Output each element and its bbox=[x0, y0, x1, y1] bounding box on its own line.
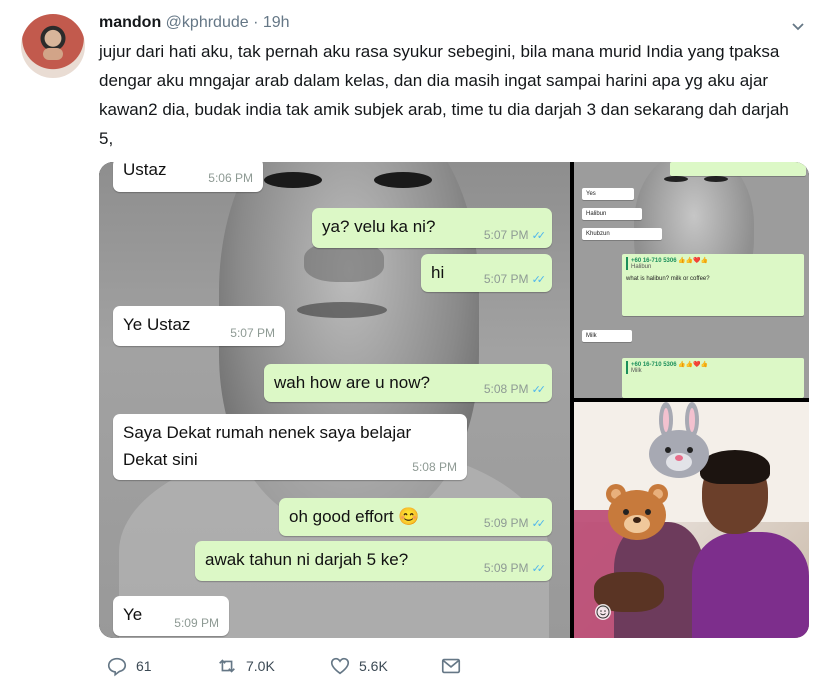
tweet-time[interactable]: 19h bbox=[263, 14, 290, 31]
chat-bubble-in: Ustaz 5:06 PM bbox=[113, 162, 263, 192]
small-bubble-in: Yes bbox=[582, 188, 634, 200]
read-receipt-icon: ✓✓ bbox=[531, 383, 547, 396]
read-receipt-icon: ✓✓ bbox=[531, 562, 547, 575]
chat-bubble-out: ya? velu ka ni? 5:07 PM ✓✓ bbox=[312, 208, 552, 248]
heart-icon bbox=[330, 657, 350, 675]
small-bubble-in: Khubzun bbox=[582, 228, 662, 240]
tweet-text: jujur dari hati aku, tak pernah aku rasa… bbox=[99, 42, 789, 148]
chat-screenshot-main[interactable]: Ustaz 5:06 PM ya? velu ka ni? 5:07 PM ✓✓ … bbox=[99, 162, 570, 638]
direct-message-button[interactable] bbox=[440, 655, 462, 677]
read-receipt-icon: ✓✓ bbox=[531, 273, 547, 286]
bunny-sticker-icon bbox=[649, 402, 709, 478]
read-receipt-icon: ✓✓ bbox=[531, 229, 547, 242]
bear-sticker-icon bbox=[606, 484, 668, 540]
chat-bubble-out: wah how are u now? 5:08 PM ✓✓ bbox=[264, 364, 552, 402]
chat-screenshot-small[interactable]: Yes Halibun Khubzun +60 16-710 5306 👍👍❤️… bbox=[574, 162, 809, 398]
read-receipt-icon: ✓✓ bbox=[531, 517, 547, 530]
header-separator: · bbox=[253, 14, 259, 31]
reply-button[interactable]: 61 bbox=[106, 655, 152, 677]
envelope-icon bbox=[441, 658, 461, 674]
chat-bubble-out: awak tahun ni darjah 5 ke? 5:09 PM ✓✓ bbox=[195, 541, 552, 581]
small-bubble-out: +60 16-710 5306 👍👍❤️👍 Milk bbox=[622, 358, 804, 398]
reply-icon bbox=[107, 657, 127, 677]
chat-bubble-out: hi 5:07 PM ✓✓ bbox=[421, 254, 552, 292]
small-bubble-in: Halibun bbox=[582, 208, 642, 220]
retweet-button[interactable]: 7.0K bbox=[216, 655, 275, 677]
like-count: 5.6K bbox=[359, 658, 388, 674]
author-avatar[interactable] bbox=[21, 14, 85, 78]
chat-bubble-in: Ye 5:09 PM bbox=[113, 596, 229, 636]
retweet-count: 7.0K bbox=[246, 658, 275, 674]
chat-bubble-in: Saya Dekat rumah nenek saya belajar Deka… bbox=[113, 414, 467, 480]
author-name[interactable]: mandon bbox=[99, 14, 161, 31]
small-bubble-out: +60 16-710 5306 👍👍❤️👍 Halibun what is ha… bbox=[622, 254, 804, 316]
photo-students[interactable] bbox=[574, 402, 809, 638]
tweet-header: mandon @kphrdude · 19h bbox=[99, 14, 290, 32]
chat-bubble-out: oh good effort 😊 5:09 PM ✓✓ bbox=[279, 498, 552, 536]
small-bubble-in: Milk bbox=[582, 330, 632, 342]
chat-bubble-in: Ye Ustaz 5:07 PM bbox=[113, 306, 285, 346]
reply-count: 61 bbox=[136, 658, 152, 674]
retweet-icon bbox=[219, 659, 235, 673]
tweet-media[interactable]: Ustaz 5:06 PM ya? velu ka ni? 5:07 PM ✓✓ … bbox=[99, 162, 809, 638]
emoji-icon[interactable] bbox=[595, 604, 611, 620]
author-handle[interactable]: @kphrdude bbox=[166, 14, 249, 31]
chevron-down-icon[interactable] bbox=[790, 18, 806, 34]
like-button[interactable]: 5.6K bbox=[329, 655, 388, 677]
